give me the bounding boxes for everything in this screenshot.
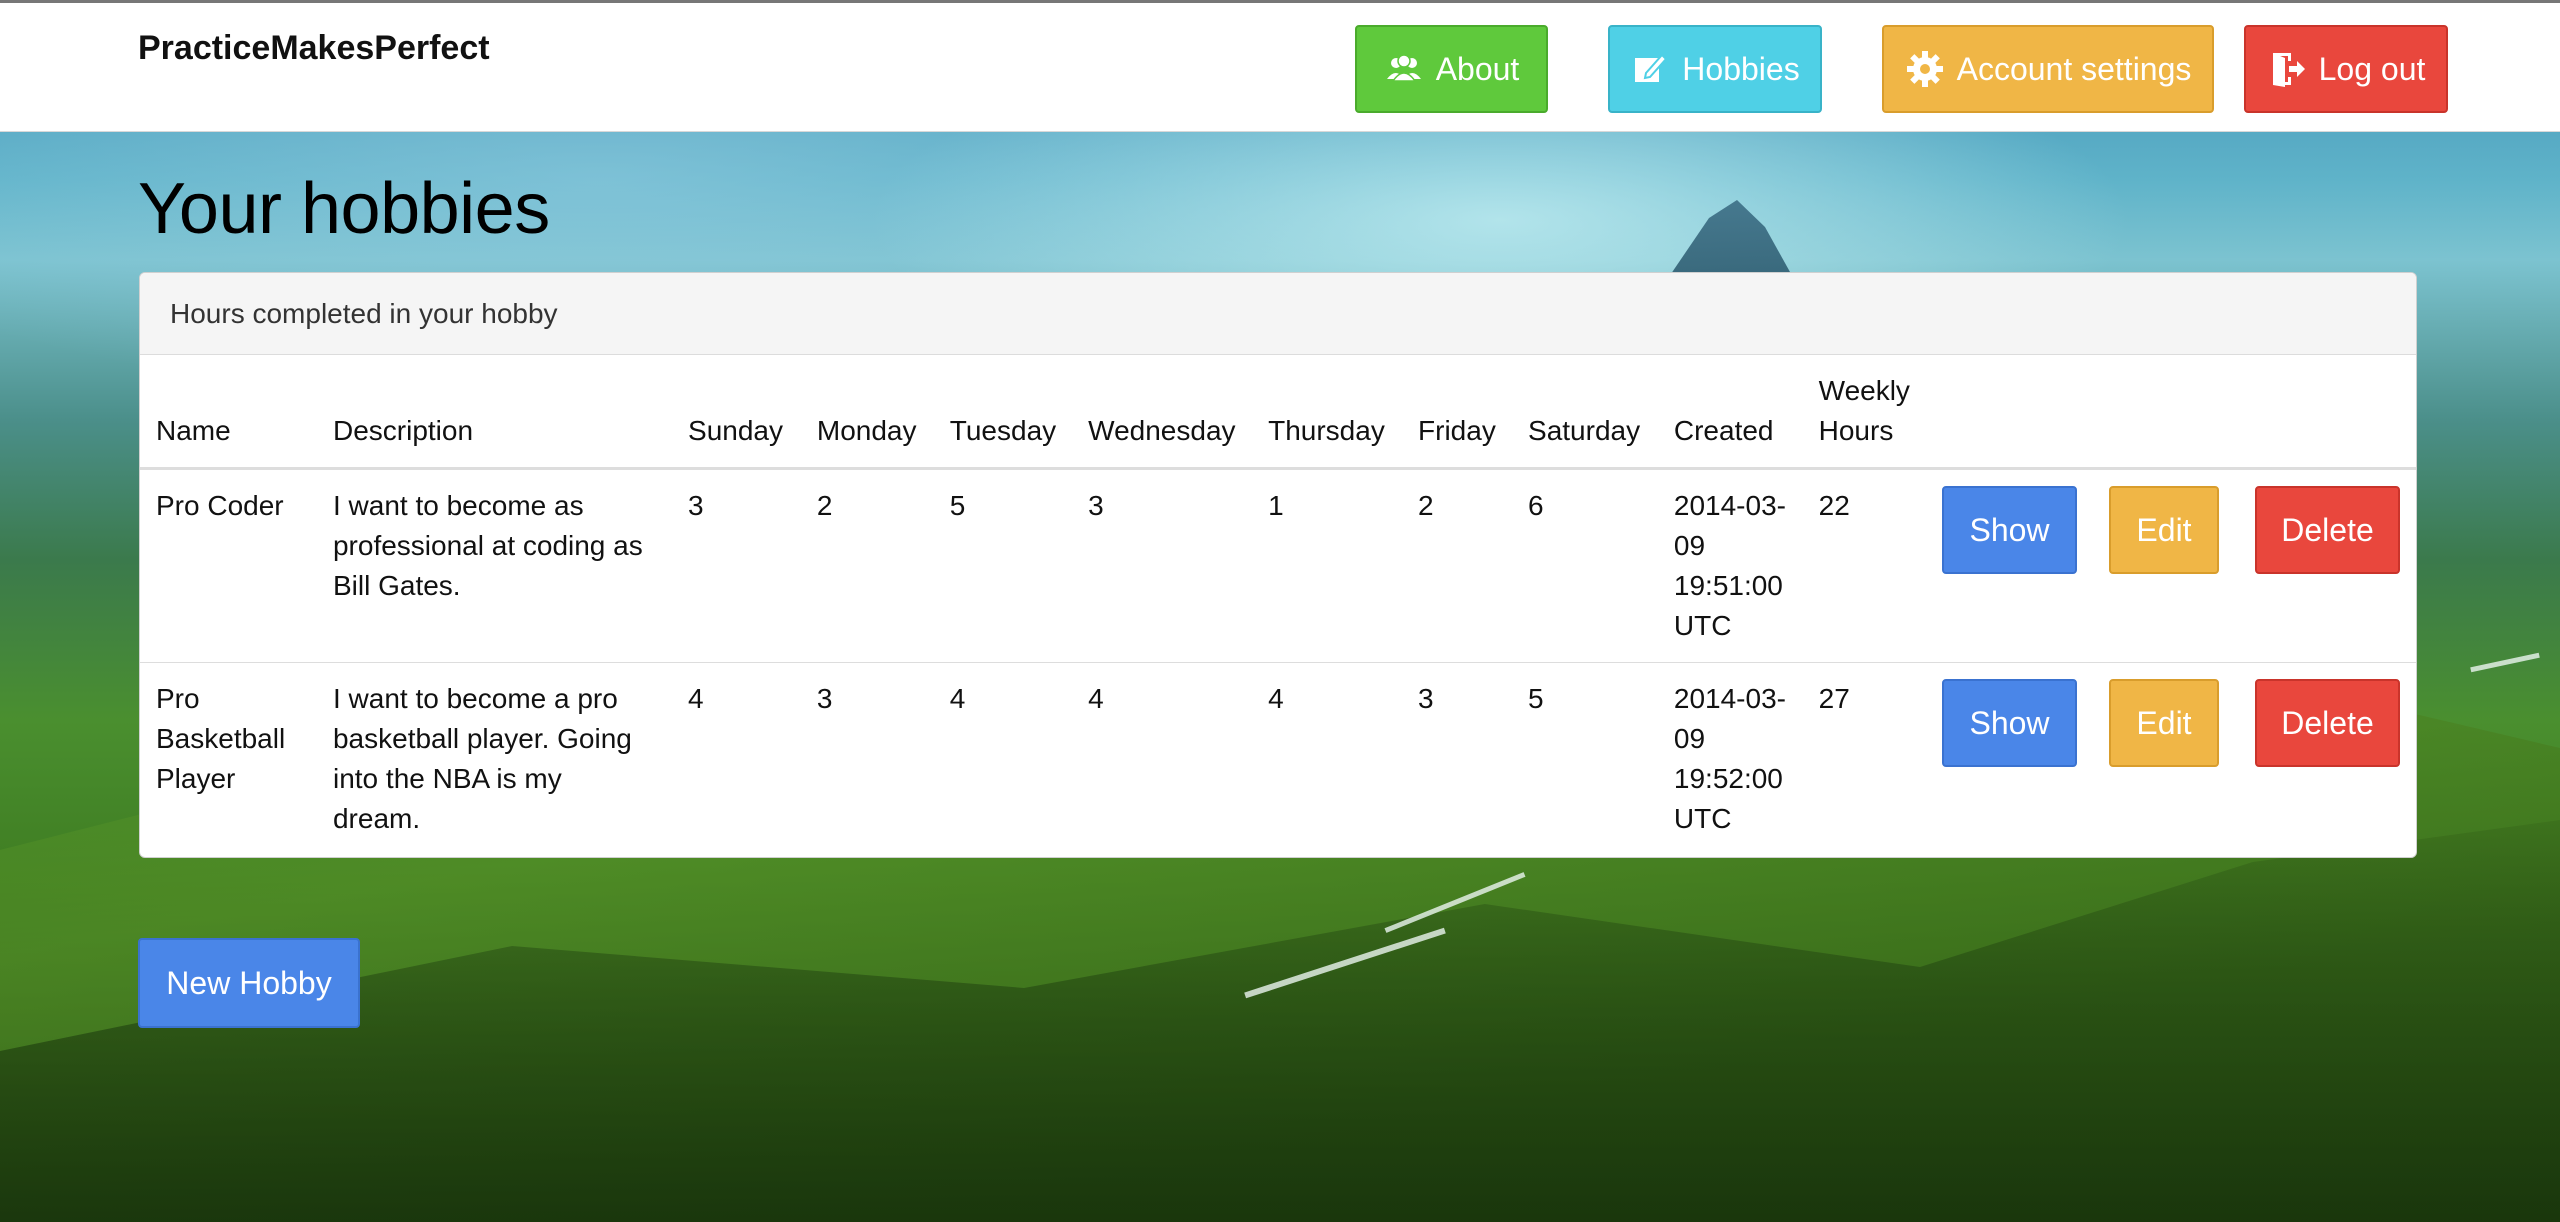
column-header-actions	[2077, 355, 2219, 470]
table-header-row: Name Description Sunday Monday Tuesday W…	[140, 355, 2416, 470]
edit-button[interactable]: Edit	[2109, 679, 2219, 767]
column-header-actions	[2219, 355, 2416, 470]
cell-sunday: 4	[688, 683, 704, 714]
hobbies-table: Name Description Sunday Monday Tuesday W…	[140, 355, 2416, 857]
column-header-created: Created	[1657, 355, 1803, 470]
cell-sunday: 3	[672, 468, 801, 663]
show-button[interactable]: Show	[1942, 679, 2077, 767]
cell-friday: 2	[1402, 468, 1513, 663]
cell-name: Pro Basketball Player	[156, 683, 286, 794]
column-header-actions	[1926, 355, 2077, 470]
cell-weekly-hours: 27	[1818, 683, 1850, 714]
edit-icon	[1635, 53, 1668, 82]
gear-icon	[1906, 51, 1943, 87]
logout-button-label: Log out	[2318, 50, 2426, 87]
users-icon	[1386, 54, 1421, 82]
column-header-weekly-hours: Weekly Hours	[1802, 355, 1926, 470]
account-settings-button[interactable]: Account settings	[1882, 25, 2214, 113]
cell-name: Pro Coder	[140, 468, 317, 663]
column-header-description: Description	[316, 355, 673, 470]
cell-wednesday: 3	[1072, 468, 1253, 663]
column-header-sunday: Sunday	[672, 355, 801, 470]
cell-description: I want to become as professional at codi…	[316, 468, 673, 663]
table-row: Pro Coder I want to become as profession…	[140, 468, 2416, 663]
column-header-thursday: Thursday	[1252, 355, 1403, 470]
cell-monday: 2	[800, 468, 934, 663]
cell-thursday: 1	[1252, 468, 1403, 663]
cell-action: Show	[1926, 663, 2077, 857]
cell-tuesday: 5	[933, 468, 1073, 663]
about-button-label: About	[1435, 50, 1520, 87]
cell-action: Edit	[2077, 468, 2219, 663]
cell-weekly-hours: 22	[1802, 468, 1926, 663]
logout-icon	[2272, 53, 2305, 87]
about-button[interactable]: About	[1355, 25, 1548, 113]
column-header-saturday: Saturday	[1512, 355, 1658, 470]
cell-action: Delete	[2219, 468, 2416, 663]
brand-logo[interactable]: PracticeMakesPerfect	[138, 29, 490, 68]
edit-button[interactable]: Edit	[2109, 486, 2219, 574]
panel-heading: Hours completed in your hobby	[140, 273, 2416, 355]
page-title: Your hobbies	[138, 169, 550, 249]
cell-tuesday: 4	[949, 683, 966, 714]
logout-button[interactable]: Log out	[2244, 25, 2448, 113]
cell-saturday: 6	[1512, 468, 1658, 663]
account-settings-button-label: Account settings	[1956, 50, 2192, 87]
column-header-monday: Monday	[800, 355, 934, 470]
new-hobby-button[interactable]: New Hobby	[138, 938, 360, 1028]
column-header-name: Name	[140, 355, 317, 470]
cell-thursday: 4	[1268, 683, 1284, 714]
cell-monday: 3	[816, 683, 833, 714]
column-header-friday: Friday	[1402, 355, 1513, 470]
cell-action: Edit	[2077, 663, 2219, 857]
cell-action: Show	[1926, 468, 2077, 663]
show-button[interactable]: Show	[1942, 486, 2077, 574]
cell-created: 2014-03-09 19:52:00 UTC	[1673, 683, 1786, 834]
delete-button[interactable]: Delete	[2255, 679, 2400, 767]
table-row: Pro Basketball Player I want to become a…	[140, 663, 2416, 857]
hobbies-panel: Hours completed in your hobby Name Descr…	[139, 272, 2417, 858]
delete-button[interactable]: Delete	[2255, 486, 2400, 574]
cell-friday: 3	[1418, 683, 1434, 714]
cell-action: Delete	[2219, 663, 2416, 857]
cell-created: 2014-03-09 19:51:00 UTC	[1657, 468, 1803, 663]
column-header-tuesday: Tuesday	[933, 355, 1073, 470]
hobbies-button-label: Hobbies	[1682, 50, 1800, 87]
navbar: PracticeMakesPerfect About Hobbies Accou…	[0, 0, 2560, 132]
cell-wednesday: 4	[1088, 683, 1104, 714]
cell-description: I want to become a pro basketball player…	[332, 683, 632, 834]
column-header-wednesday: Wednesday	[1072, 355, 1253, 470]
cell-saturday: 5	[1528, 683, 1544, 714]
hobbies-button[interactable]: Hobbies	[1608, 25, 1822, 113]
